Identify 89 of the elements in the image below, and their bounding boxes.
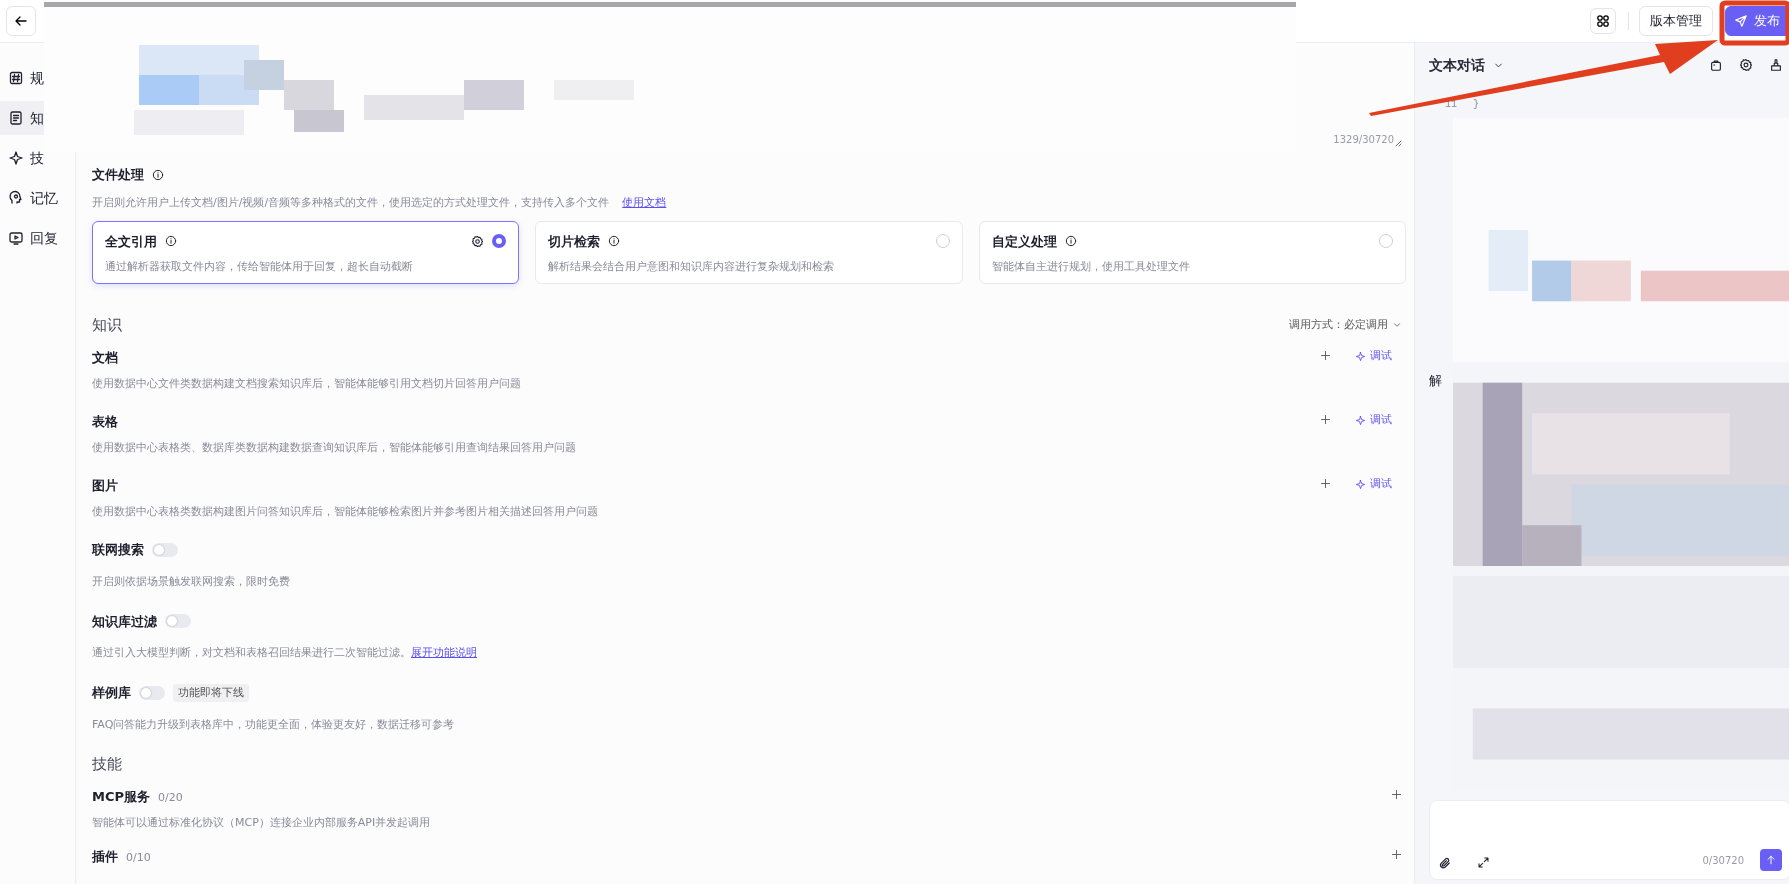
- bag-icon[interactable]: [1709, 58, 1723, 72]
- sidebar-item[interactable]: 回复: [0, 221, 60, 255]
- setting-title: 知识库过滤: [92, 612, 157, 631]
- document-icon: [8, 110, 24, 126]
- setting-description: 开启则依据场景触发联网搜索，限时免费: [92, 574, 290, 588]
- item-description: 智能体可以通过标准化协议（MCP）连接企业内部服务API并发起调用: [92, 814, 431, 831]
- side-text: 解: [1429, 373, 1442, 388]
- toggle-switch[interactable]: [139, 685, 165, 700]
- sparkle-icon: [1355, 414, 1366, 426]
- debug-button[interactable]: 调试: [1355, 348, 1392, 365]
- option-card[interactable]: 全文引用 通过解析器获取文件内容，传给智能体用于回复，超长自动截断: [92, 220, 520, 284]
- section-heading: 知识: [92, 314, 122, 336]
- sidebar-item[interactable]: 规: [0, 61, 46, 95]
- screen-icon: [8, 230, 24, 246]
- sidebar-item[interactable]: 记忆: [0, 181, 60, 215]
- option-card[interactable]: 自定义处理 智能体自主进行规划，使用工具处理文件: [978, 220, 1406, 284]
- back-button[interactable]: [6, 6, 36, 36]
- radio-button[interactable]: [492, 234, 507, 249]
- section-heading: 技能: [92, 753, 123, 775]
- add-button[interactable]: [1391, 847, 1402, 862]
- item-count: 0/10: [126, 850, 151, 866]
- info-icon: [608, 235, 621, 248]
- toggle-switch[interactable]: [152, 542, 178, 557]
- call-mode-dropdown[interactable]: 调用方式：必定调用: [1289, 316, 1402, 333]
- debug-button[interactable]: 调试: [1355, 476, 1392, 493]
- item-title: 文档: [92, 349, 119, 367]
- debug-button[interactable]: 调试: [1355, 412, 1392, 429]
- setting-title: 联网搜索: [92, 541, 144, 559]
- section-title: 文件处理: [92, 166, 144, 184]
- plus-icon: [1320, 414, 1331, 425]
- item-title: 插件: [92, 848, 118, 866]
- option-title: 切片检索: [548, 232, 601, 251]
- item-title: 表格: [92, 413, 119, 431]
- info-icon: [165, 235, 177, 248]
- settings-icon[interactable]: [471, 234, 485, 248]
- info-icon: [152, 168, 164, 181]
- option-description: 解析结果会结合用户意图和知识库内容进行复杂规划和检索: [548, 259, 836, 275]
- hash-icon: [8, 70, 24, 86]
- sparkle-icon: [8, 150, 24, 166]
- description-text: 开启则允许用户上传文档/图片/视频/音频等多种格式的文件，使用选定的方式处理文件，支持传入多个文件: [92, 195, 610, 209]
- item-description: 使用数据中心文件类数据构建文档搜索知识库后，智能体能够引用文档切片回答用户问题: [92, 375, 521, 392]
- item-title: MCP服务: [92, 788, 150, 806]
- add-button[interactable]: [1391, 787, 1402, 802]
- highlight-frame: [1719, 0, 1789, 46]
- add-button[interactable]: [1320, 412, 1331, 427]
- mode-dropdown[interactable]: 文本对话: [1429, 54, 1504, 76]
- paperclip-icon[interactable]: [1438, 856, 1453, 871]
- item-description: 使用数据中心表格类、数据库类数据构建数据查询知识库后，智能体能够引用查询结果回答用户问题: [92, 439, 576, 456]
- expand-link[interactable]: 展开功能说明: [411, 646, 477, 659]
- setting-description: FAQ问答能力升级到表格库中，功能更全面，体验更友好，数据迁移可参考: [92, 717, 455, 731]
- option-title: 全文引用: [105, 232, 157, 251]
- code-text: }: [1473, 98, 1480, 112]
- setting-title: 样例库: [92, 684, 131, 702]
- option-description: 智能体自主进行规划，使用工具处理文件: [991, 259, 1191, 275]
- plus-icon: [1391, 849, 1402, 860]
- resize-handle-icon: [1394, 139, 1402, 147]
- send-icon: [1734, 14, 1748, 28]
- head-icon: [8, 190, 24, 206]
- apps-button[interactable]: [1590, 8, 1616, 34]
- settings-icon[interactable]: [1739, 58, 1753, 72]
- character-counter: 0/30720: [1702, 853, 1744, 868]
- sparkle-icon: [1355, 350, 1366, 362]
- info-icon: [1064, 235, 1077, 248]
- sidebar-item[interactable]: 技: [0, 141, 46, 175]
- item-description: 使用数据中心表格类数据构建图片问答知识库后，智能体能够检索图片并参考图片相关描述回答用户问题: [92, 503, 598, 520]
- character-counter: 1329/30720: [1333, 133, 1394, 147]
- brush-icon[interactable]: [1769, 58, 1783, 72]
- plus-icon: [1320, 350, 1331, 361]
- item-count: 0/20: [158, 790, 183, 806]
- toggle-switch[interactable]: [165, 614, 191, 629]
- arrow-up-icon: [1765, 854, 1777, 866]
- expand-icon[interactable]: [1477, 856, 1490, 869]
- sidebar-item[interactable]: 知: [0, 101, 46, 135]
- option-description: 通过解析器获取文件内容，传给智能体用于回复，超长自动截断: [105, 259, 414, 275]
- setting-description: 通过引入大模型判断，对文档和表格召回结果进行二次智能过滤。: [92, 646, 411, 659]
- publish-button[interactable]: 发布: [1725, 6, 1789, 36]
- plus-icon: [1391, 789, 1402, 800]
- plus-icon: [1320, 478, 1331, 489]
- add-button[interactable]: [1320, 476, 1331, 491]
- option-card[interactable]: 切片检索 解析结果会结合用户意图和知识库内容进行复杂规划和检索: [535, 220, 963, 284]
- add-button[interactable]: [1320, 348, 1331, 363]
- version-button[interactable]: 版本管理: [1639, 6, 1713, 36]
- sparkle-icon: [1355, 478, 1366, 490]
- item-title: 图片: [92, 477, 119, 495]
- docs-link[interactable]: 使用文档: [622, 195, 667, 209]
- send-button[interactable]: [1760, 849, 1782, 871]
- option-title: 自定义处理: [991, 232, 1057, 251]
- status-tag: 功能即将下线: [173, 683, 249, 702]
- apps-icon: [1595, 13, 1611, 29]
